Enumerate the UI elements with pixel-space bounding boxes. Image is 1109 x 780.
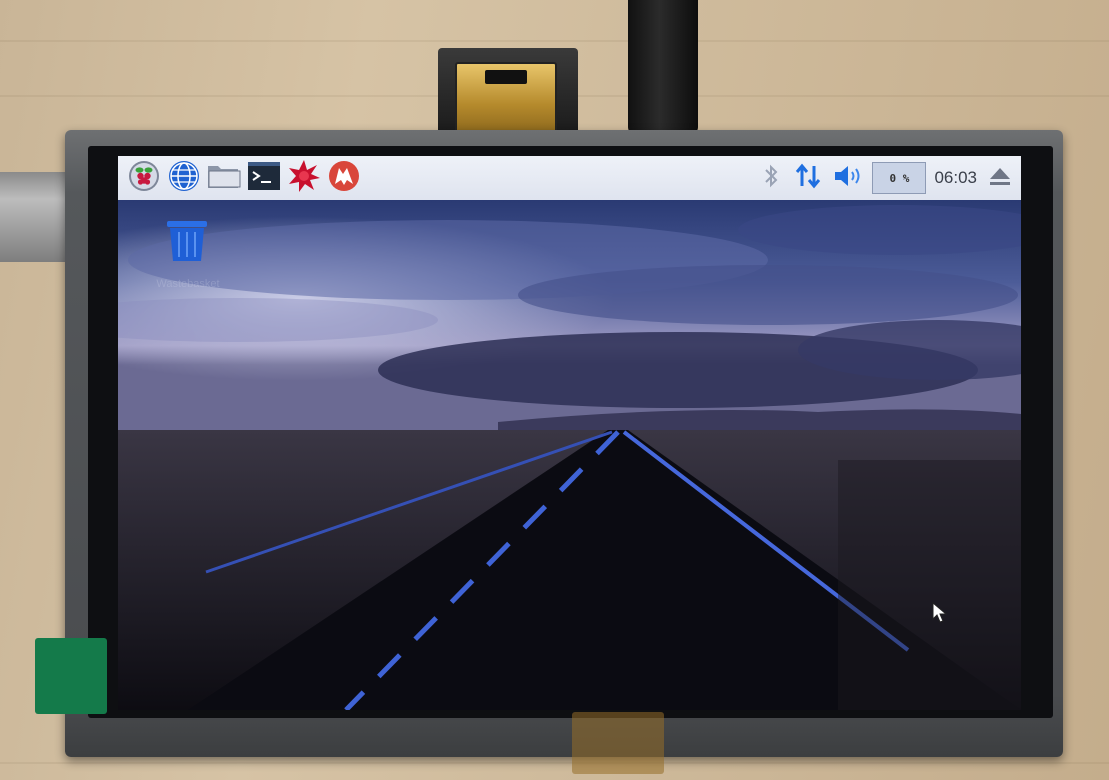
- application-launcher: [126, 160, 362, 196]
- network-updown-icon: [794, 162, 822, 194]
- globe-icon: [167, 159, 201, 197]
- network-button[interactable]: [792, 160, 824, 196]
- taskbar: 0 % 06:03: [118, 156, 1021, 200]
- folder-icon: [206, 160, 242, 196]
- flex-connector: [572, 712, 664, 774]
- terminal-button[interactable]: [246, 160, 282, 196]
- raspberry-icon: [127, 159, 161, 197]
- system-tray: 0 % 06:03: [758, 156, 1015, 200]
- file-manager-button[interactable]: [206, 160, 242, 196]
- star-burst-icon: [287, 159, 321, 197]
- trash-icon: [164, 221, 210, 268]
- eject-button[interactable]: [985, 160, 1015, 196]
- wood-grain: [0, 40, 1109, 42]
- mathematica-button[interactable]: [286, 160, 322, 196]
- terminal-icon: [247, 161, 281, 195]
- protective-film-tab: [35, 638, 107, 714]
- bluetooth-icon: [763, 163, 779, 193]
- speaker-icon: [833, 164, 863, 192]
- wood-grain: [0, 762, 1109, 764]
- menu-button[interactable]: [126, 160, 162, 196]
- lcd-screen: 0 % 06:03 Wastebasket: [118, 156, 1021, 710]
- desktop[interactable]: Wastebasket: [118, 200, 1021, 710]
- trash-button[interactable]: [164, 218, 210, 264]
- wallpaper: [118, 200, 1021, 710]
- hdmi-cable: [628, 0, 698, 135]
- mouse-pointer-icon: [932, 601, 948, 628]
- bluetooth-button[interactable]: [758, 160, 784, 196]
- trash-label: Wastebasket: [156, 278, 220, 290]
- wolf-icon: [327, 159, 361, 197]
- volume-button[interactable]: [832, 160, 864, 196]
- cpu-usage-monitor[interactable]: 0 %: [872, 162, 927, 194]
- web-browser-button[interactable]: [166, 160, 202, 196]
- hdmi-connector: [455, 62, 557, 134]
- eject-icon: [988, 164, 1012, 192]
- wolfram-button[interactable]: [326, 160, 362, 196]
- clock[interactable]: 06:03: [934, 168, 977, 188]
- cpu-usage-text: 0 %: [889, 171, 910, 185]
- ribbon-cable: [0, 172, 72, 262]
